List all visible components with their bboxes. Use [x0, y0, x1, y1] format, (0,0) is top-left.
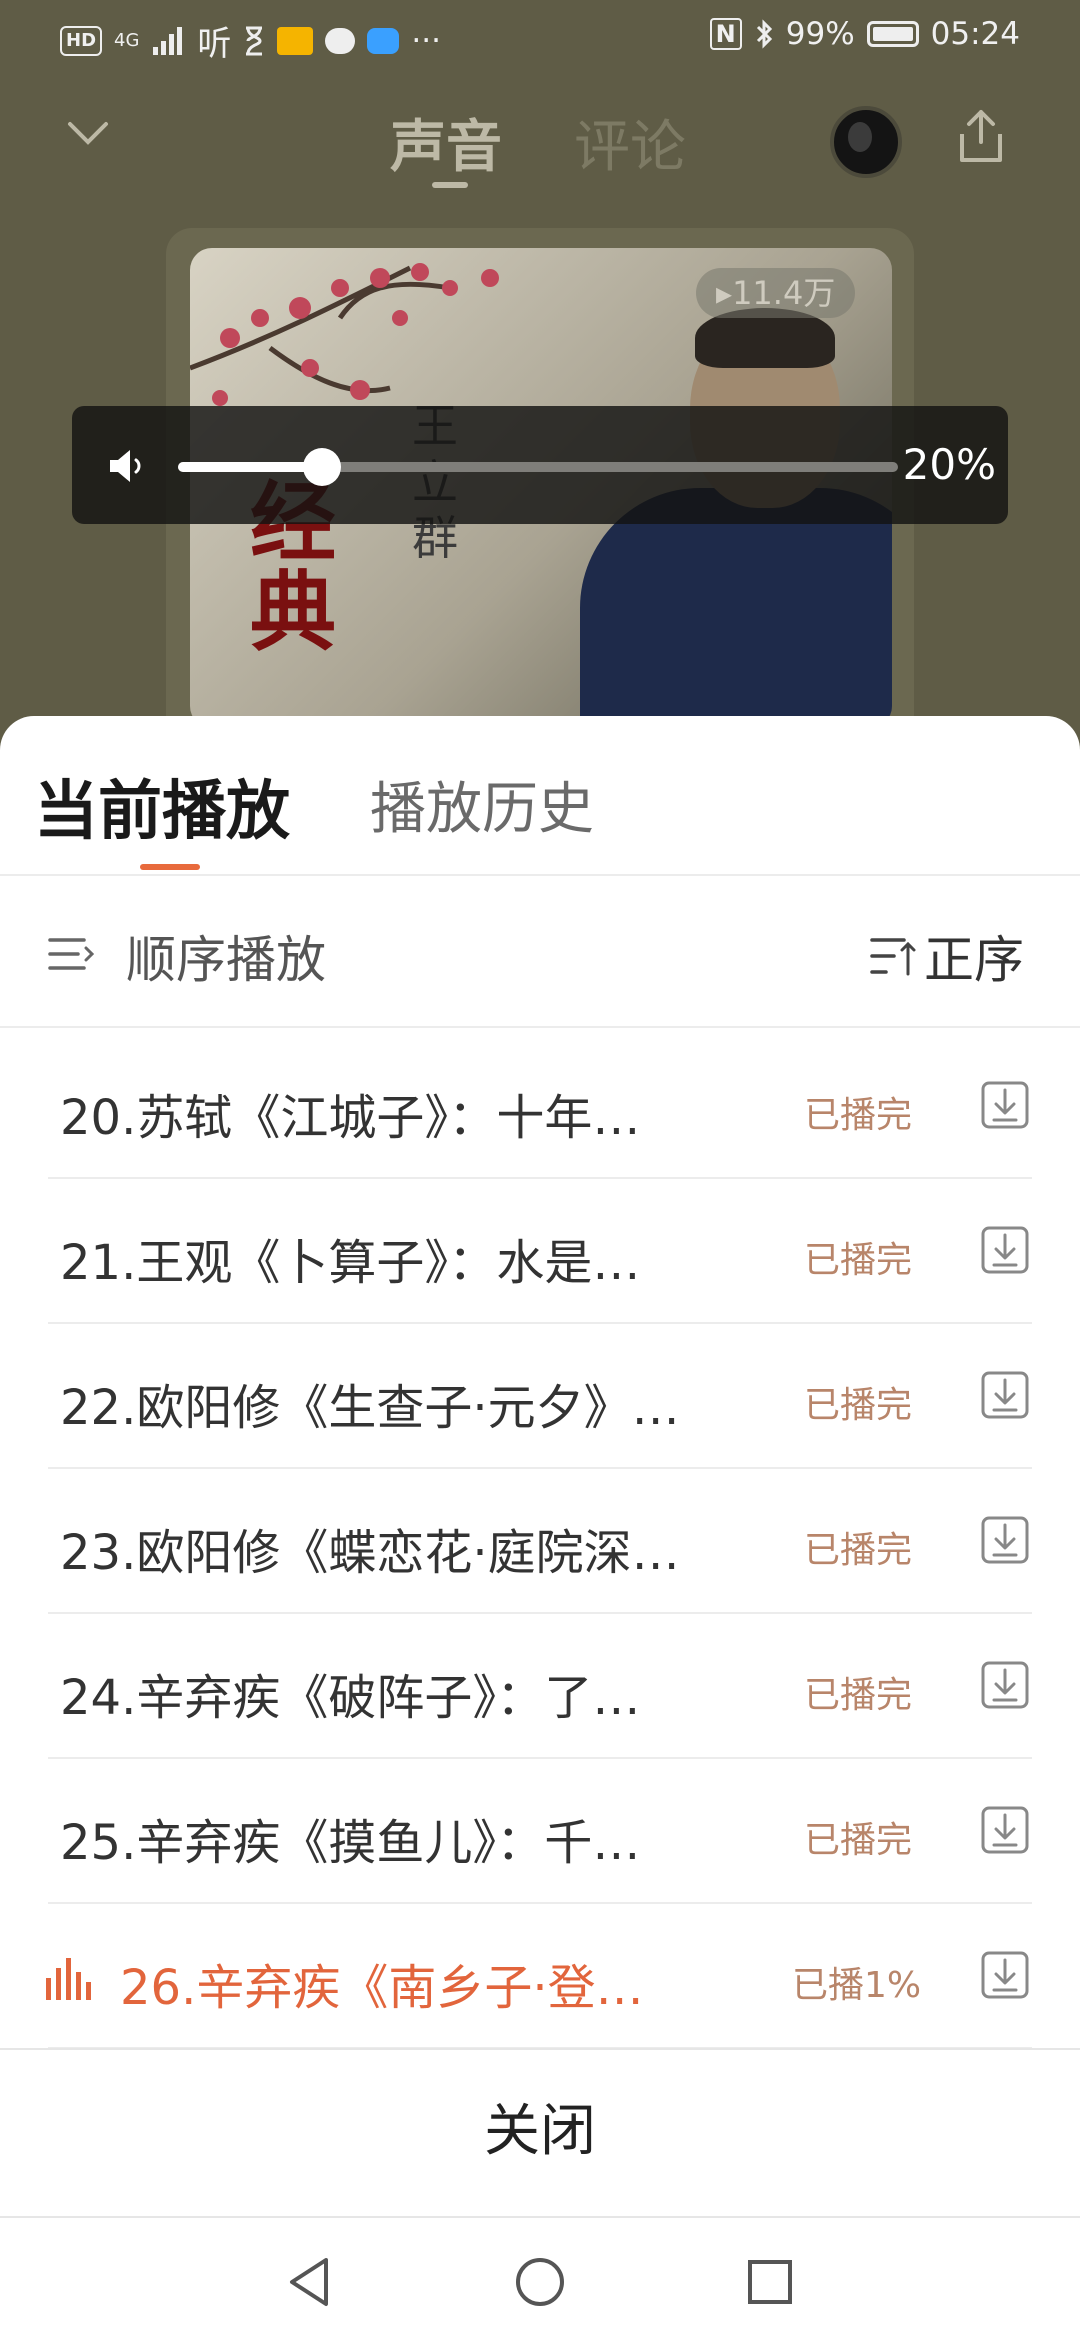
track-title: 21.王观《卜算子》：水是…: [60, 1235, 641, 1291]
track-item[interactable]: 20.苏轼《江城子》：十年… 已播完: [48, 1034, 1032, 1179]
close-bar: 关闭: [0, 2048, 1080, 2214]
track-item-now-playing[interactable]: 26.辛弃疾《南乡子·登… 已播1%: [46, 1904, 1032, 2049]
tab-sound-indicator: [432, 182, 468, 188]
tab-play-history[interactable]: 播放历史: [370, 764, 594, 845]
tab-comments[interactable]: 评论: [574, 102, 686, 183]
track-item[interactable]: 22.欧阳修《生查子·元夕》… 已播完: [48, 1324, 1032, 1469]
track-status: 已播完: [804, 1385, 913, 1426]
track-item[interactable]: 21.王观《卜算子》：水是… 已播完: [48, 1179, 1032, 1324]
track-title: 22.欧阳修《生查子·元夕》…: [60, 1380, 680, 1436]
mail-icon: [277, 26, 314, 55]
anchor-avatar[interactable]: [830, 106, 902, 178]
sort-order-icon[interactable]: [870, 934, 918, 978]
track-status: 已播完: [804, 1095, 913, 1136]
tab-sound[interactable]: 声音: [390, 102, 502, 183]
sequential-play-icon[interactable]: [48, 934, 94, 974]
clock: 05:24: [930, 16, 1020, 52]
share-icon[interactable]: [952, 106, 1010, 166]
track-status: 已播1%: [792, 1965, 922, 2006]
system-nav-bar: [0, 2216, 1080, 2340]
track-title: 20.苏轼《江城子》：十年…: [60, 1090, 641, 1146]
download-icon[interactable]: [980, 1080, 1030, 1130]
volume-fill: [178, 462, 322, 472]
download-icon[interactable]: [980, 1225, 1030, 1275]
track-title: 26.辛弃疾《南乡子·登…: [120, 1960, 644, 2016]
status-bar: HD 4G 听 ··· N 99% 05:24: [0, 0, 1080, 72]
close-button[interactable]: 关闭: [0, 2050, 1080, 2214]
play-count-badge: ▸11.4万: [696, 268, 856, 318]
chat-icon: [325, 27, 356, 54]
track-status: 已播完: [804, 1675, 913, 1716]
recents-square-icon[interactable]: [742, 2254, 798, 2310]
cover-person: [580, 488, 892, 728]
playlist-sheet: 当前播放 播放历史 顺序播放 正序 20.苏轼《江城子》：十年… 已播完 21.…: [0, 716, 1080, 2340]
player-header: 声音 评论: [0, 72, 1080, 202]
battery-icon: [866, 21, 919, 47]
volume-thumb[interactable]: [303, 448, 341, 486]
play-mode-label[interactable]: 顺序播放: [126, 920, 326, 992]
back-triangle-icon[interactable]: [282, 2254, 338, 2310]
track-title: 23.欧阳修《蝶恋花·庭院深…: [60, 1525, 680, 1581]
network-type: 4G: [114, 30, 140, 51]
chevron-down-icon[interactable]: [66, 112, 110, 156]
track-title: 25.辛弃疾《摸鱼儿》：千…: [60, 1815, 641, 1871]
track-status: 已播完: [804, 1530, 913, 1571]
track-item[interactable]: 24.辛弃疾《破阵子》：了… 已播完: [48, 1614, 1032, 1759]
home-circle-icon[interactable]: [512, 2254, 568, 2310]
track-title: 24.辛弃疾《破阵子》：了…: [60, 1670, 641, 1726]
speaker-icon: [110, 450, 141, 482]
track-status: 已播完: [804, 1820, 913, 1861]
signal-icon: [153, 26, 183, 55]
track-list: 20.苏轼《江城子》：十年… 已播完 21.王观《卜算子》：水是… 已播完 22…: [0, 1034, 1080, 2049]
hourglass-icon: [246, 26, 263, 55]
now-playing-equalizer-icon: [46, 1958, 91, 2000]
tab-now-playing-indicator: [140, 864, 200, 870]
sort-order-label[interactable]: 正序: [924, 920, 1024, 992]
battery-percent: 99%: [785, 16, 855, 52]
hd-icon: HD: [60, 25, 103, 56]
download-icon[interactable]: [980, 1370, 1030, 1420]
download-icon[interactable]: [980, 1805, 1030, 1855]
sheet-tabs: 当前播放 播放历史: [0, 716, 1080, 876]
track-status: 已播完: [804, 1240, 913, 1281]
cloud-icon: [367, 27, 400, 54]
download-icon[interactable]: [980, 1515, 1030, 1565]
volume-percent: 20%: [902, 440, 996, 489]
playback-controls-row: 顺序播放 正序: [0, 876, 1080, 1028]
download-icon[interactable]: [980, 1950, 1030, 2000]
bluetooth-icon: [756, 19, 772, 49]
volume-slider[interactable]: [178, 448, 898, 486]
more-notifications: ···: [411, 22, 441, 59]
nfc-icon: N: [709, 18, 742, 50]
track-item[interactable]: 25.辛弃疾《摸鱼儿》：千… 已播完: [48, 1759, 1032, 1904]
carrier-glyph: 听: [197, 24, 232, 64]
tab-now-playing[interactable]: 当前播放: [34, 760, 290, 852]
download-icon[interactable]: [980, 1660, 1030, 1710]
track-item[interactable]: 23.欧阳修《蝶恋花·庭院深… 已播完: [48, 1469, 1032, 1614]
volume-overlay: 20%: [72, 406, 1008, 524]
